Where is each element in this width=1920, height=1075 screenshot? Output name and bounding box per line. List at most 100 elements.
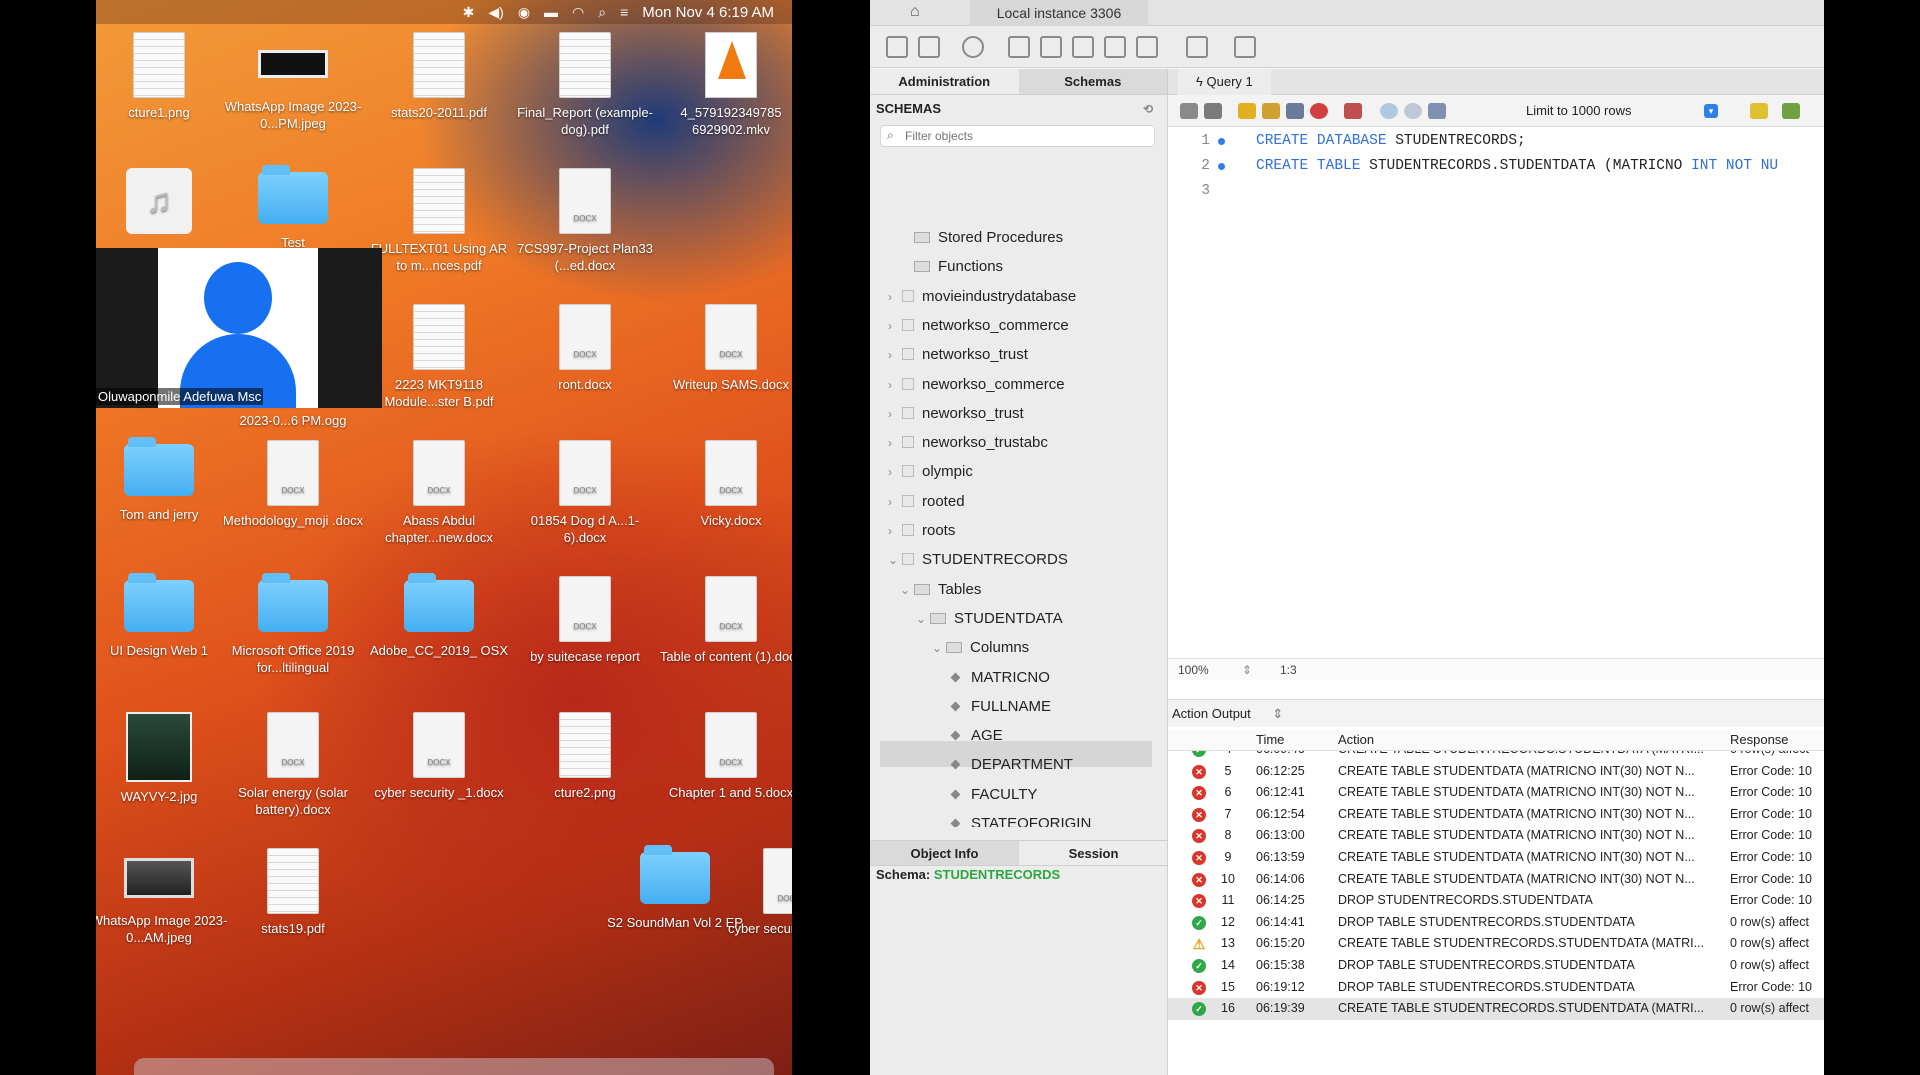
tree-column-item[interactable]: STATEOFORIGIN <box>950 813 1091 827</box>
chevron-right-icon[interactable]: › <box>888 520 902 542</box>
execute-icon[interactable] <box>1238 103 1256 119</box>
instance-tab[interactable]: Local instance 3306 <box>970 0 1148 26</box>
desktop-icon[interactable]: Table of content (1).docx <box>658 576 792 665</box>
desktop-icon[interactable]: cture2.png <box>512 712 658 801</box>
desktop-icon[interactable]: WAYVY-2.jpg <box>96 712 232 805</box>
save-icon[interactable] <box>1204 103 1222 119</box>
desktop-icon[interactable]: stats20-2011.pdf <box>366 32 512 121</box>
dock[interactable] <box>134 1058 774 1075</box>
output-row[interactable]: ✓ 16 06:19:39 CREATE TABLE STUDENTRECORDS.S… <box>1168 998 1824 1020</box>
desktop-icon[interactable]: ♫ <box>96 168 232 240</box>
chevron-right-icon[interactable]: › <box>888 344 902 366</box>
output-row[interactable]: ✕ 9 06:13:59 CREATE TABLE STUDENTDATA (MATR… <box>1168 847 1824 869</box>
output-row[interactable]: ✕ 6 06:12:41 CREATE TABLE STUDENTDATA (MATR… <box>1168 782 1824 804</box>
tree-column-item[interactable]: FACULTY <box>950 784 1037 806</box>
desktop-icon[interactable]: cture1.png <box>96 32 232 121</box>
tree-schema-item[interactable]: › rooted <box>888 491 965 513</box>
tree-schema-item[interactable]: › olympic <box>888 461 973 483</box>
search-icon[interactable]: ⌕ <box>598 4 606 21</box>
execute-current-icon[interactable] <box>1262 103 1280 119</box>
tab-session[interactable]: Session <box>1019 841 1168 865</box>
tree-schema-item[interactable]: › neworkso_commerce <box>888 374 1065 396</box>
tree-folder-item[interactable]: Functions <box>900 256 1003 278</box>
editor-line[interactable]: 1 CREATE DATABASE STUDENTRECORDS; <box>1168 129 1824 154</box>
desktop-icon[interactable]: Final_Report (example-dog).pdf <box>512 32 658 138</box>
editor-line[interactable]: 3 <box>1168 179 1824 204</box>
chevron-right-icon[interactable]: › <box>888 403 902 425</box>
desktop-icon[interactable]: ront.docx <box>512 304 658 393</box>
commit-icon[interactable] <box>1380 103 1398 119</box>
chevron-down-icon[interactable]: ⌄ <box>916 608 930 630</box>
tree-folder-item[interactable]: Stored Procedures <box>900 227 1063 249</box>
battery-icon[interactable]: ▬ <box>544 4 558 20</box>
desktop-icon[interactable]: Methodology_moji .docx <box>220 440 366 529</box>
new-sql-tab-icon[interactable] <box>886 36 908 58</box>
tree-folder-item[interactable]: ⌄ Columns <box>932 637 1029 659</box>
desktop-icon[interactable]: 2223 MKT9118 Module...ster B.pdf <box>366 304 512 410</box>
refresh-icon[interactable]: ⟲ <box>1143 95 1153 123</box>
desktop-icon[interactable]: by suitecase report <box>512 576 658 665</box>
create-procedure-icon[interactable] <box>1104 36 1126 58</box>
explain-icon[interactable] <box>1286 103 1304 119</box>
sql-editor[interactable]: 1 CREATE DATABASE STUDENTRECORDS; 2 CREATE … <box>1168 127 1824 727</box>
tree-schema-item[interactable]: › networkso_commerce <box>888 315 1069 337</box>
desktop-icon[interactable]: UI Design Web 1 <box>96 573 232 659</box>
tree-schema-item[interactable]: › roots <box>888 520 955 542</box>
output-row[interactable]: ✕ 7 06:12:54 CREATE TABLE STUDENTDATA (MATR… <box>1168 804 1824 826</box>
desktop-icon[interactable]: cyber security 1.docx <box>716 848 792 937</box>
tab-object-info[interactable]: Object Info <box>870 841 1019 865</box>
filter-input[interactable] <box>905 128 1105 144</box>
tree-schema-item[interactable]: › networkso_trust <box>888 344 1028 366</box>
desktop-icon[interactable]: WhatsApp Image 2023-0...AM.jpeg <box>96 848 232 946</box>
output-row[interactable]: ✕ 5 06:12:25 CREATE TABLE STUDENTDATA (MATR… <box>1168 761 1824 783</box>
desktop-icon[interactable]: Solar energy (solar battery).docx <box>220 712 366 818</box>
chevron-right-icon[interactable]: › <box>888 315 902 337</box>
desktop-icon[interactable]: Writeup SAMS.docx <box>658 304 792 393</box>
desktop-icon[interactable]: Test <box>220 165 366 251</box>
chevron-updown-icon[interactable]: ⇕ <box>1272 706 1283 721</box>
desktop-icon[interactable]: cyber security _1.docx <box>366 712 512 801</box>
tree-column-item[interactable]: FULLNAME <box>950 696 1051 718</box>
chevron-down-icon[interactable]: ⌄ <box>932 637 946 659</box>
stop-icon[interactable] <box>1310 103 1328 119</box>
reconnect-icon[interactable] <box>1234 36 1256 58</box>
chevron-right-icon[interactable]: › <box>888 461 902 483</box>
tree-column-item[interactable]: MATRICNO <box>950 667 1050 689</box>
output-row[interactable]: ⚠ 13 06:15:20 CREATE TABLE STUDENTRECORDS.S… <box>1168 933 1824 955</box>
bluetooth-icon[interactable]: ✱ <box>463 4 475 21</box>
control-center-icon[interactable]: ≡ <box>620 4 628 20</box>
output-selector[interactable]: Action Output <box>1172 706 1251 721</box>
desktop-icon[interactable]: stats19.pdf <box>220 848 366 937</box>
tree-schema-item[interactable]: › neworkso_trust <box>888 403 1024 425</box>
create-table-icon[interactable] <box>1040 36 1062 58</box>
output-row[interactable]: ✓ 4 06:09:46 CREATE TABLE STUDENTRECORDS.ST… <box>1168 751 1824 761</box>
rollback-icon[interactable] <box>1404 103 1422 119</box>
zoom-level[interactable]: 100% <box>1178 659 1209 681</box>
home-icon[interactable]: ⌂ <box>910 3 920 21</box>
find-icon[interactable] <box>1782 103 1800 119</box>
chevron-down-icon[interactable]: ⌄ <box>900 579 914 601</box>
desktop-icon[interactable]: Microsoft Office 2019 for...ltilingual <box>220 573 366 676</box>
desktop-icon[interactable]: Tom and jerry <box>96 437 232 523</box>
chevron-right-icon[interactable]: › <box>888 374 902 396</box>
open-file-icon[interactable] <box>1180 103 1198 119</box>
tree-schema-item[interactable]: › movieindustrydatabase <box>888 286 1076 308</box>
chevron-right-icon[interactable]: › <box>888 286 902 308</box>
output-row[interactable]: ✕ 10 06:14:06 CREATE TABLE STUDENTDATA (MAT… <box>1168 869 1824 891</box>
tree-column-item[interactable]: DEPARTMENT <box>950 754 1073 776</box>
volume-icon[interactable]: ◀) <box>488 4 503 21</box>
limit-rows-select[interactable]: Limit to 1000 rows ▾ <box>1526 101 1726 121</box>
desktop-icon[interactable]: WhatsApp Image 2023-0...PM.jpeg <box>220 32 366 132</box>
desktop-icon[interactable]: Vicky.docx <box>658 440 792 529</box>
tab-schemas[interactable]: Schemas <box>1018 69 1167 94</box>
wifi-icon[interactable]: ◠ <box>572 4 584 21</box>
create-function-icon[interactable] <box>1136 36 1158 58</box>
search-table-data-icon[interactable] <box>1186 36 1208 58</box>
create-schema-icon[interactable] <box>1008 36 1030 58</box>
desktop-icon[interactable]: Adobe_CC_2019_ OSX <box>366 573 512 659</box>
chevron-down-icon[interactable]: ⌄ <box>888 549 902 571</box>
desktop-icon[interactable]: FULLTEXT01 Using AR to m...nces.pdf <box>366 168 512 274</box>
output-row[interactable]: ✕ 11 06:14:25 DROP STUDENTRECORDS.STUDENTDA… <box>1168 890 1824 912</box>
toggle-output-icon[interactable] <box>1344 103 1362 119</box>
autocommit-icon[interactable] <box>1428 103 1446 119</box>
